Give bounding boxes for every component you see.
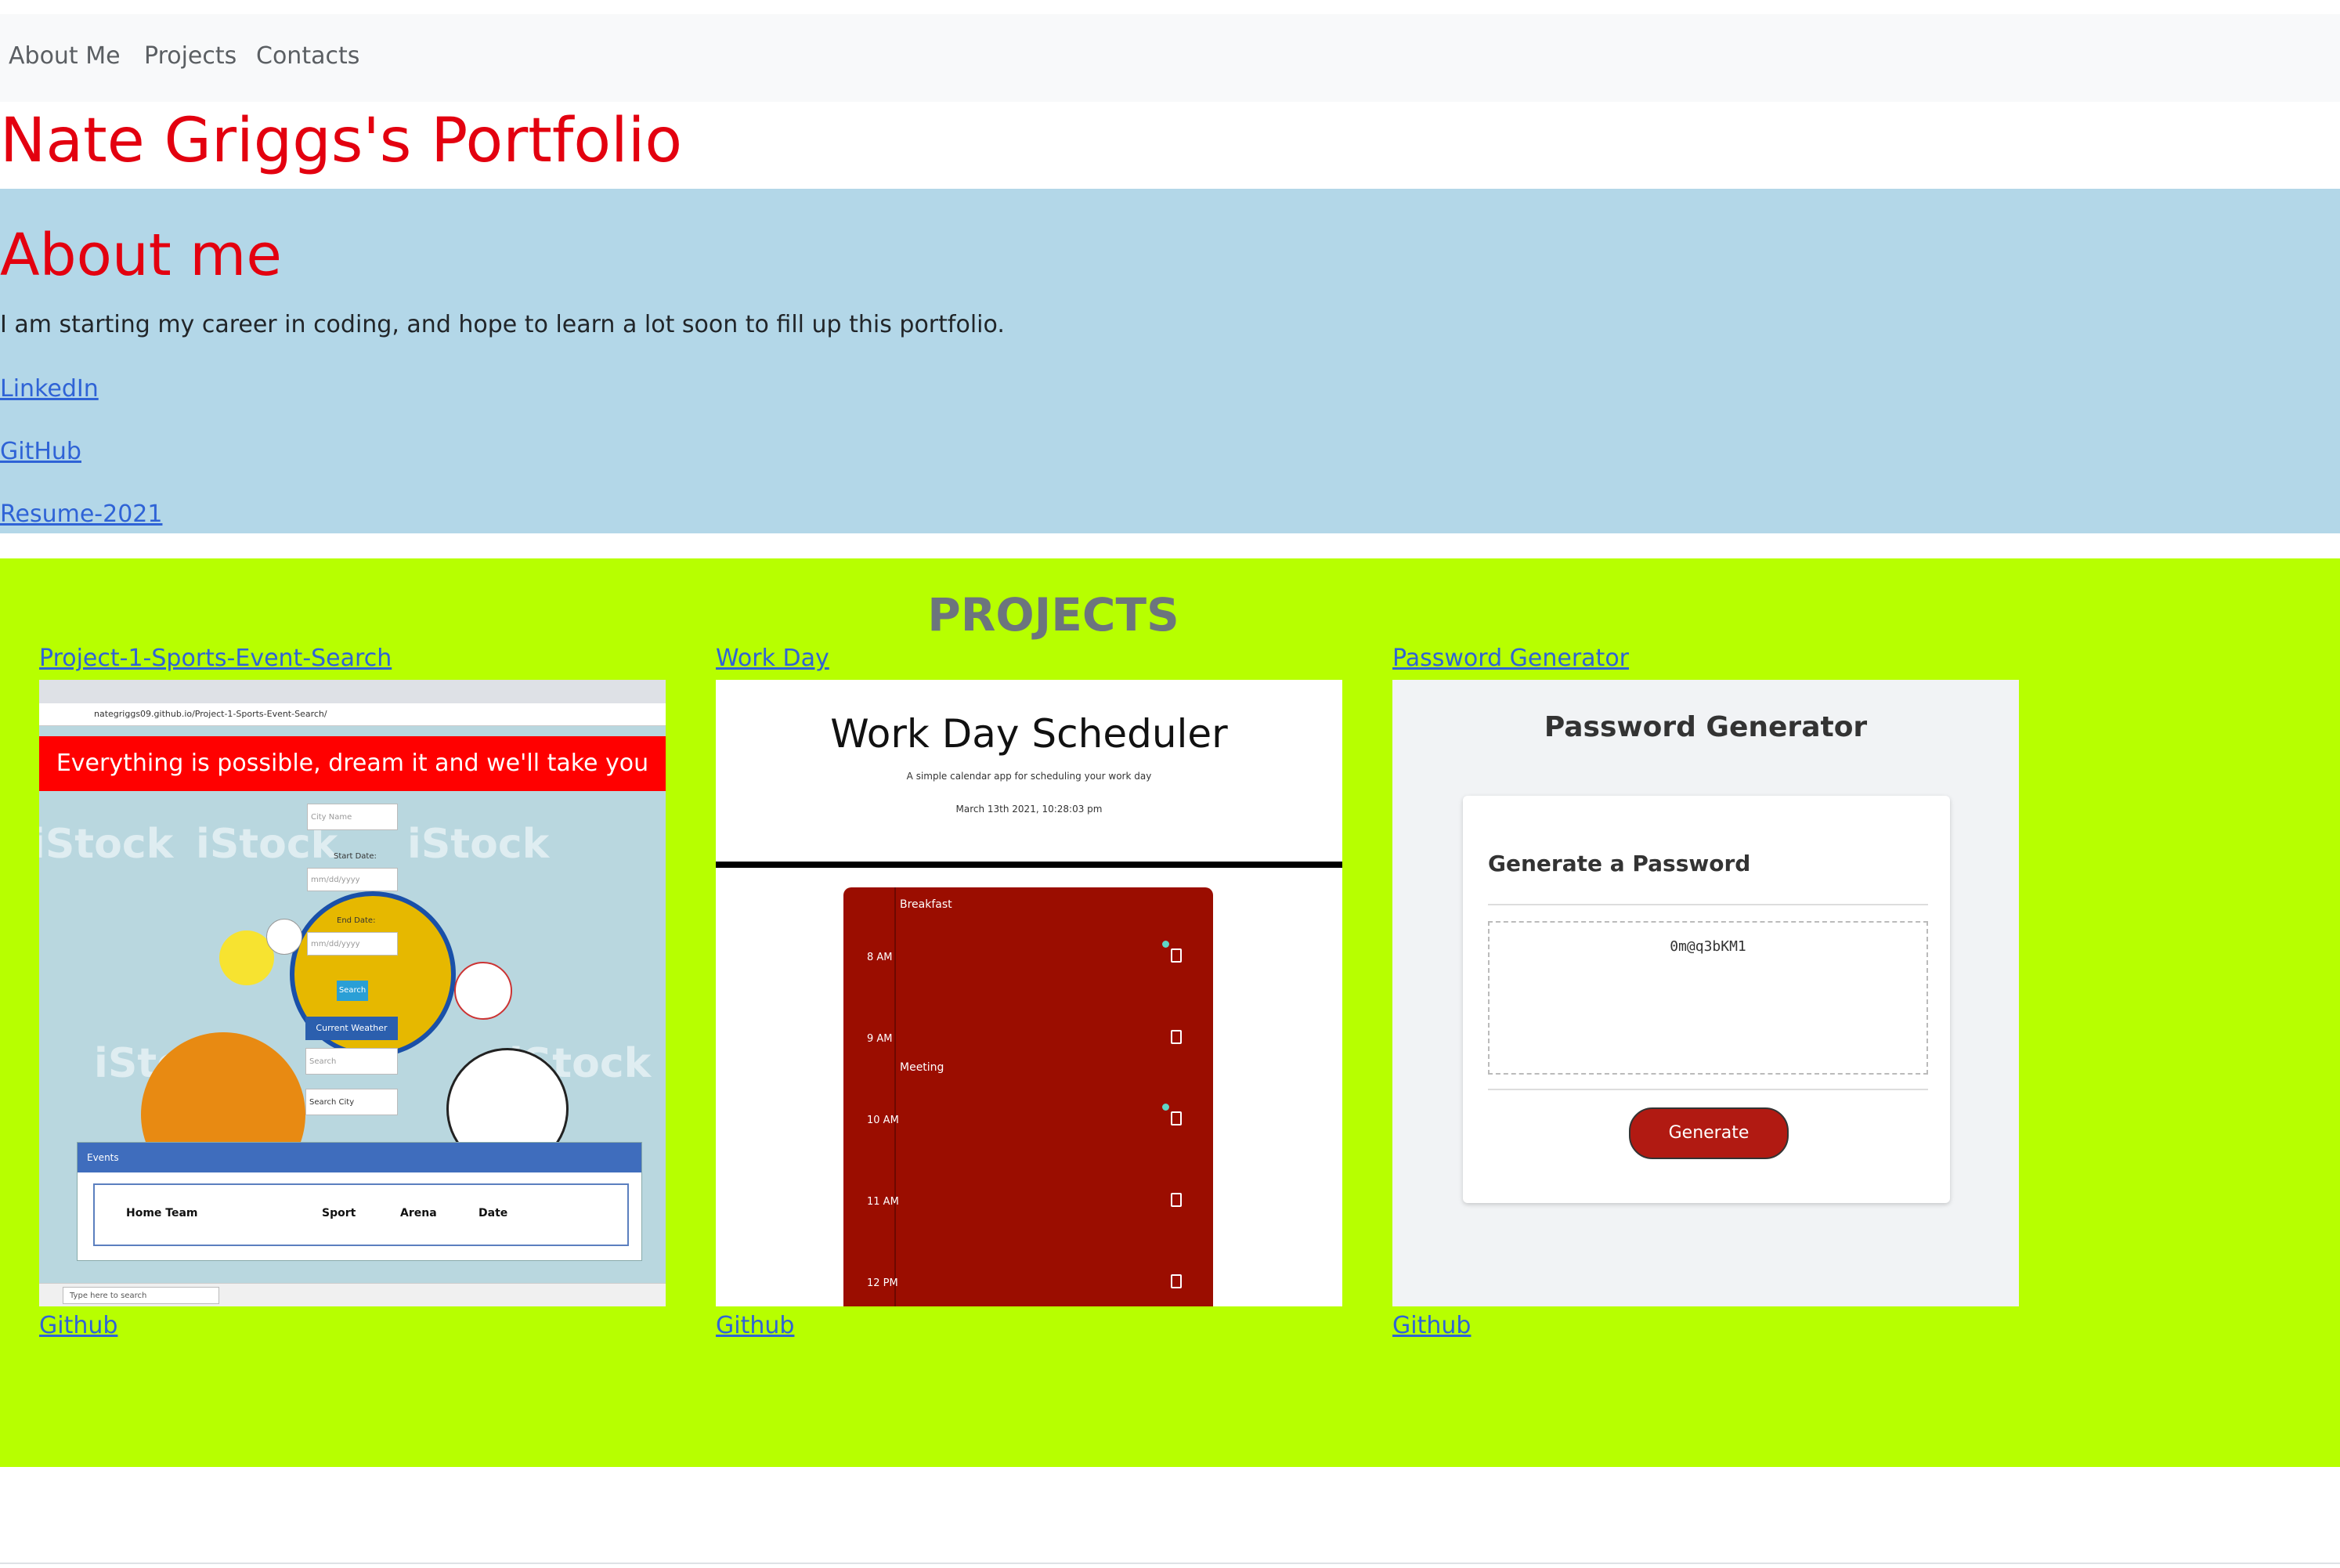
end-date-input: mm/dd/yyyy bbox=[307, 932, 398, 956]
search-city-button: Search City bbox=[305, 1089, 398, 1115]
projects-heading: PROJECTS bbox=[927, 588, 1179, 641]
card-heading: Generate a Password bbox=[1488, 851, 1751, 876]
taskbar-search: Type here to search bbox=[63, 1287, 219, 1304]
column-header: Arena bbox=[400, 1207, 437, 1219]
generator-card: Generate a Password 0m@q3bKM1 Generate P… bbox=[1463, 796, 1950, 1203]
project-3-github-link[interactable]: Github bbox=[1392, 1312, 1471, 1339]
end-date-label: End Date: bbox=[337, 916, 376, 925]
scheduler-date: March 13th 2021, 10:28:03 pm bbox=[955, 804, 1103, 815]
page-title: Nate Griggs's Portfolio bbox=[0, 106, 683, 176]
project-1-title-link[interactable]: Project-1-Sports-Event-Search bbox=[39, 645, 392, 672]
column-header: Home Team bbox=[126, 1207, 198, 1219]
project-2-github-link[interactable]: Github bbox=[716, 1312, 794, 1339]
github-link[interactable]: GitHub bbox=[0, 438, 81, 465]
weather-heading: Current Weather Search bbox=[305, 1017, 398, 1057]
scheduler-calendar: Breakfast 8 AM 9 AM Meeting 10 AM 11 AM … bbox=[843, 887, 1213, 1306]
baseball-image bbox=[454, 962, 512, 1020]
project-1-github-link[interactable]: Github bbox=[39, 1312, 117, 1339]
header-rule bbox=[716, 862, 1342, 868]
hour-label: 9 AM bbox=[867, 1033, 893, 1045]
project-3-screenshot[interactable]: Password Generator Generate a Password 0… bbox=[1392, 680, 2019, 1306]
browser-address-bar: nategriggs09.github.io/Project-1-Sports-… bbox=[39, 703, 666, 726]
linkedin-link[interactable]: LinkedIn bbox=[0, 375, 99, 403]
hour-label: 12 PM bbox=[867, 1277, 898, 1289]
hour-column-divider bbox=[894, 887, 896, 1306]
events-heading: Events bbox=[78, 1143, 641, 1172]
city-name-input: City Name bbox=[307, 804, 398, 830]
watermark: iStock bbox=[39, 821, 174, 868]
nav-link-projects[interactable]: Projects bbox=[144, 42, 237, 70]
start-date-label: Start Date: bbox=[334, 852, 377, 861]
about-heading: About me bbox=[0, 222, 282, 289]
golf-ball-image bbox=[266, 919, 302, 955]
events-panel: Events Home Team Sport Arena Date bbox=[77, 1142, 642, 1261]
password-text: 0m@q3bKM1 bbox=[1670, 938, 1746, 955]
column-header: Sport bbox=[322, 1207, 356, 1219]
weather-input: Search bbox=[305, 1048, 398, 1075]
event-text: Breakfast bbox=[900, 898, 952, 911]
column-header: Date bbox=[478, 1207, 508, 1219]
lock-icon bbox=[1171, 1274, 1182, 1288]
project-2-title-link[interactable]: Work Day bbox=[716, 645, 829, 672]
projects-section: PROJECTS Project-1-Sports-Event-Search n… bbox=[0, 558, 2340, 1467]
scheduler-title: Work Day Scheduler bbox=[830, 711, 1228, 757]
project-1-screenshot[interactable]: nategriggs09.github.io/Project-1-Sports-… bbox=[39, 680, 666, 1306]
lock-icon bbox=[1171, 1030, 1182, 1044]
events-table: Home Team Sport Arena Date bbox=[93, 1183, 629, 1246]
generate-password-button: Generate Password bbox=[1629, 1107, 1789, 1191]
windows-taskbar: Type here to search bbox=[39, 1283, 666, 1306]
status-dot-icon bbox=[1162, 1104, 1169, 1111]
lock-icon bbox=[1171, 1111, 1182, 1125]
footer-divider bbox=[0, 1563, 2340, 1564]
start-date-input: mm/dd/yyyy bbox=[307, 868, 398, 891]
password-output: 0m@q3bKM1 bbox=[1488, 921, 1928, 1075]
hour-label: 11 AM bbox=[867, 1196, 899, 1208]
lock-icon bbox=[1171, 1193, 1182, 1207]
search-button: Search bbox=[337, 981, 368, 1001]
about-text: I am starting my career in coding, and h… bbox=[0, 311, 1005, 338]
divider bbox=[1488, 904, 1928, 905]
generator-title: Password Generator bbox=[1544, 711, 1868, 743]
status-dot-icon bbox=[1162, 941, 1169, 948]
divider bbox=[1488, 1089, 1928, 1090]
nav-link-about-me[interactable]: About Me bbox=[9, 42, 121, 70]
project-3-title-link[interactable]: Password Generator bbox=[1392, 645, 1629, 672]
project-2-screenshot[interactable]: Work Day Scheduler A simple calendar app… bbox=[716, 680, 1342, 1306]
hero-banner: Everything is possible, dream it and we'… bbox=[39, 736, 666, 832]
hour-label: 10 AM bbox=[867, 1115, 899, 1126]
nav-link-contacts[interactable]: Contacts bbox=[256, 42, 359, 70]
hour-label: 8 AM bbox=[867, 952, 893, 963]
event-text: Meeting bbox=[900, 1061, 944, 1074]
lock-icon bbox=[1171, 948, 1182, 963]
browser-tab-bar bbox=[39, 680, 666, 703]
top-navbar: About Me Projects Contacts bbox=[0, 14, 2340, 102]
scheduler-subtitle: A simple calendar app for scheduling you… bbox=[906, 771, 1152, 782]
about-section: About me I am starting my career in codi… bbox=[0, 189, 2340, 533]
watermark: iStock bbox=[407, 821, 550, 868]
resume-link[interactable]: Resume-2021 bbox=[0, 500, 162, 528]
